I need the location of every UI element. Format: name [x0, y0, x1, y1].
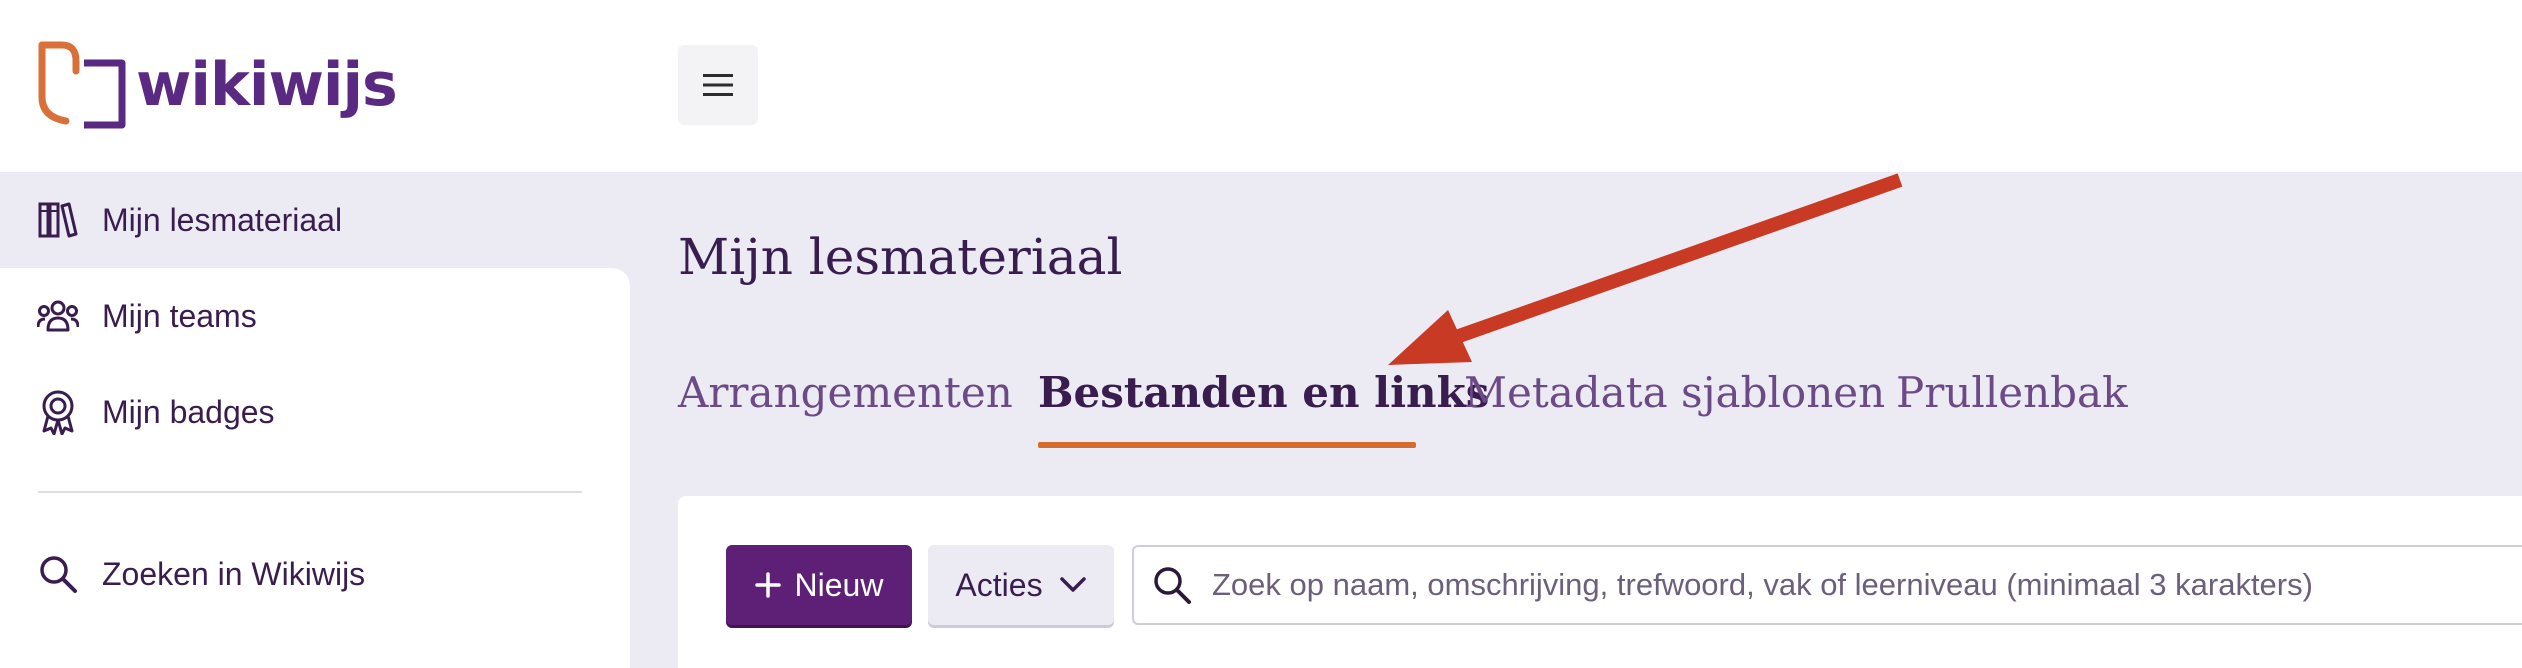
hamburger-menu-button[interactable]	[678, 45, 758, 125]
team-icon	[36, 294, 80, 338]
chevron-down-icon	[1059, 577, 1086, 592]
hamburger-icon	[703, 74, 733, 96]
new-button[interactable]: Nieuw	[726, 545, 912, 625]
sidebar-item-label: Zoeken in Wikiwijs	[102, 555, 366, 592]
sidebar-item-label: Mijn badges	[102, 393, 275, 430]
search-bar[interactable]	[1132, 545, 2522, 625]
tab-arrangementen[interactable]: Arrangementen	[678, 368, 1013, 417]
actions-button-label: Acties	[955, 566, 1043, 603]
tab-prullenbak[interactable]: Prullenbak	[1896, 368, 2128, 417]
plus-icon	[754, 572, 781, 598]
sidebar-item-label: Mijn teams	[102, 297, 257, 334]
sidebar-divider	[38, 491, 582, 493]
tab-metadata-sjablonen[interactable]: Metadata sjablonen	[1464, 368, 1885, 417]
header: wikiwijs	[0, 0, 2522, 172]
sidebar-item-mijn-badges[interactable]: Mijn badges	[36, 390, 275, 435]
search-input[interactable]	[1212, 567, 2512, 603]
badge-icon	[36, 390, 80, 435]
sidebar-item-mijn-lesmateriaal[interactable]: Mijn lesmateriaal	[36, 198, 342, 242]
search-icon	[1154, 567, 1191, 604]
wikiwijs-logo-mark	[38, 41, 126, 129]
new-button-label: Nieuw	[794, 566, 884, 603]
active-tab-indicator	[1038, 442, 1416, 448]
page-title: Mijn lesmateriaal	[678, 228, 1123, 286]
actions-dropdown-button[interactable]: Acties	[928, 545, 1114, 625]
sidebar-item-label: Mijn lesmateriaal	[102, 201, 343, 238]
search-icon	[36, 552, 80, 596]
tab-bestanden-en-links[interactable]: Bestanden en links	[1038, 368, 1489, 417]
sidebar-item-mijn-teams[interactable]: Mijn teams	[36, 294, 257, 338]
books-icon	[36, 198, 80, 242]
logo-text: wikiwijs	[136, 50, 398, 120]
wikiwijs-logo[interactable]: wikiwijs	[36, 40, 398, 130]
sidebar-item-zoeken-in-wikiwijs[interactable]: Zoeken in Wikiwijs	[36, 552, 365, 596]
